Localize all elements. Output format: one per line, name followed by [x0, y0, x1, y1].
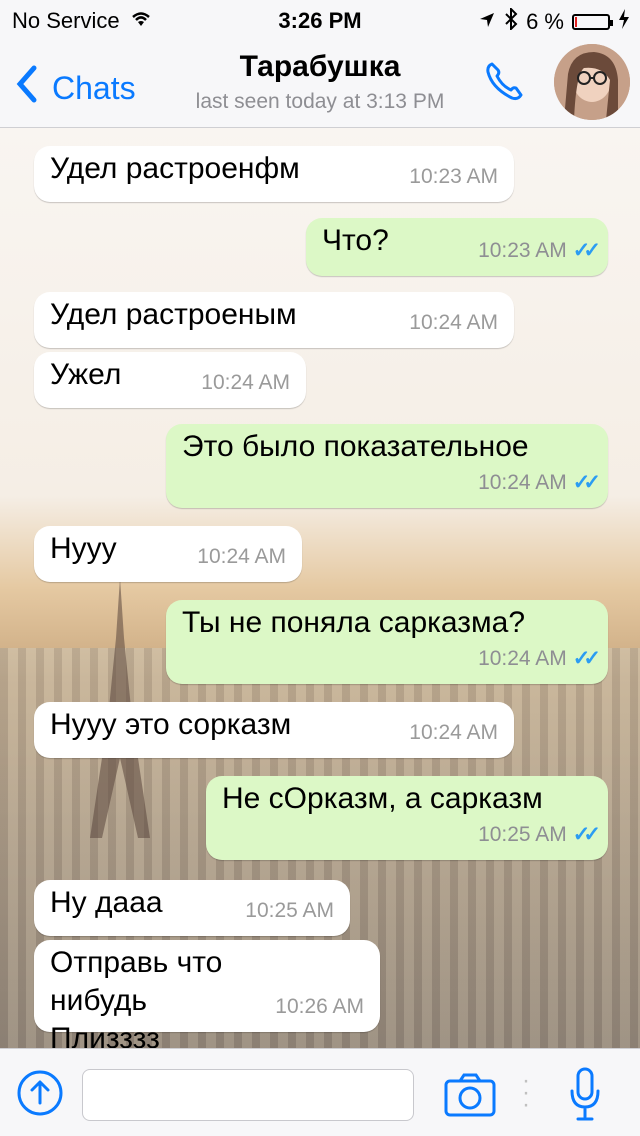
phone-icon[interactable] [480, 58, 528, 106]
message-in[interactable]: Удел растроенфм 10:23 AM [34, 146, 514, 202]
contact-name: Тарабушка [239, 50, 401, 83]
message-input[interactable] [82, 1069, 414, 1121]
battery-icon [572, 14, 613, 30]
message-time: 10:25 AM [245, 899, 334, 922]
message-text: Ты не поняла сарказма? [182, 606, 526, 639]
chat-area[interactable]: Удел растроенфм 10:23 AM Что? 10:23 AM ✓✓… [0, 128, 640, 1048]
back-label: Chats [52, 69, 136, 106]
battery-fill [575, 17, 577, 27]
message-in[interactable]: Отправь что нибудь Плизззз 10:26 AM [34, 940, 380, 1048]
microphone-icon [570, 1067, 600, 1121]
message-time: 10:24 AM [409, 721, 498, 744]
message-time: 10:25 AM [478, 823, 567, 846]
message-out[interactable]: Не сОрказм, а сарказм 10:25 AM ✓✓ [206, 776, 608, 860]
message-out[interactable]: Это было показательное 10:24 AM ✓✓ [166, 424, 608, 508]
input-bar: · · · [0, 1048, 640, 1136]
message-out[interactable]: Что? 10:23 AM ✓✓ [306, 218, 608, 276]
share-button[interactable] [16, 1069, 64, 1117]
status-bar: No Service 3:26 PM 6 % [0, 0, 640, 40]
message-time: 10:24 AM [201, 371, 290, 394]
message-in[interactable]: Удел растроеным 10:24 AM [34, 292, 514, 348]
message-time: 10:24 AM [409, 311, 498, 334]
read-receipt-icon: ✓✓ [572, 471, 601, 494]
message-time: 10:24 AM [197, 545, 286, 568]
charging-icon [618, 9, 630, 35]
message-text: Что? [322, 224, 389, 257]
divider-dots: · · · [522, 1067, 530, 1118]
message-text: Удел растроеным [50, 298, 297, 331]
message-time: 10:24 AM [478, 647, 567, 670]
read-receipt-icon: ✓✓ [572, 647, 601, 670]
nav-bar: Chats Тарабушка last seen today at 3:13 … [0, 40, 640, 128]
back-button[interactable]: Chats [14, 64, 136, 112]
message-text: Удел растроенфм [50, 152, 300, 185]
chevron-left-icon [14, 64, 38, 112]
read-receipt-icon: ✓✓ [572, 823, 601, 846]
message-text: Ужел [50, 358, 122, 391]
message-in[interactable]: Нууу это сорказм 10:24 AM [34, 702, 514, 758]
message-text: Нууу это сорказм [50, 708, 292, 741]
message-time: 10:24 AM [478, 471, 567, 494]
battery-percent: 6 % [526, 9, 564, 34]
message-in[interactable]: Нууу 10:24 AM [34, 526, 302, 582]
mic-button[interactable] [568, 1067, 602, 1123]
avatar[interactable] [554, 44, 630, 120]
read-receipt-icon: ✓✓ [572, 239, 601, 262]
message-text: Это было показательное [182, 430, 529, 463]
message-in[interactable]: Ну дааа 10:25 AM [34, 880, 350, 936]
message-time: 10:26 AM [275, 995, 364, 1018]
bluetooth-icon [504, 6, 518, 36]
message-time: 10:23 AM [409, 165, 498, 188]
camera-icon [444, 1073, 496, 1117]
chat-header[interactable]: Тарабушка last seen today at 3:13 PM [140, 50, 500, 114]
message-in[interactable]: Ужел 10:24 AM [34, 352, 306, 408]
message-text: Ну дааа [50, 886, 163, 919]
message-text: Нууу [50, 532, 117, 565]
upload-arrow-icon [17, 1070, 63, 1116]
message-time: 10:23 AM [478, 239, 567, 262]
camera-button[interactable] [444, 1073, 496, 1117]
message-out[interactable]: Ты не поняла сарказма? 10:24 AM ✓✓ [166, 600, 608, 684]
message-text: Не сОрказм, а сарказм [222, 782, 543, 815]
last-seen: last seen today at 3:13 PM [195, 90, 445, 113]
location-icon [478, 9, 496, 35]
